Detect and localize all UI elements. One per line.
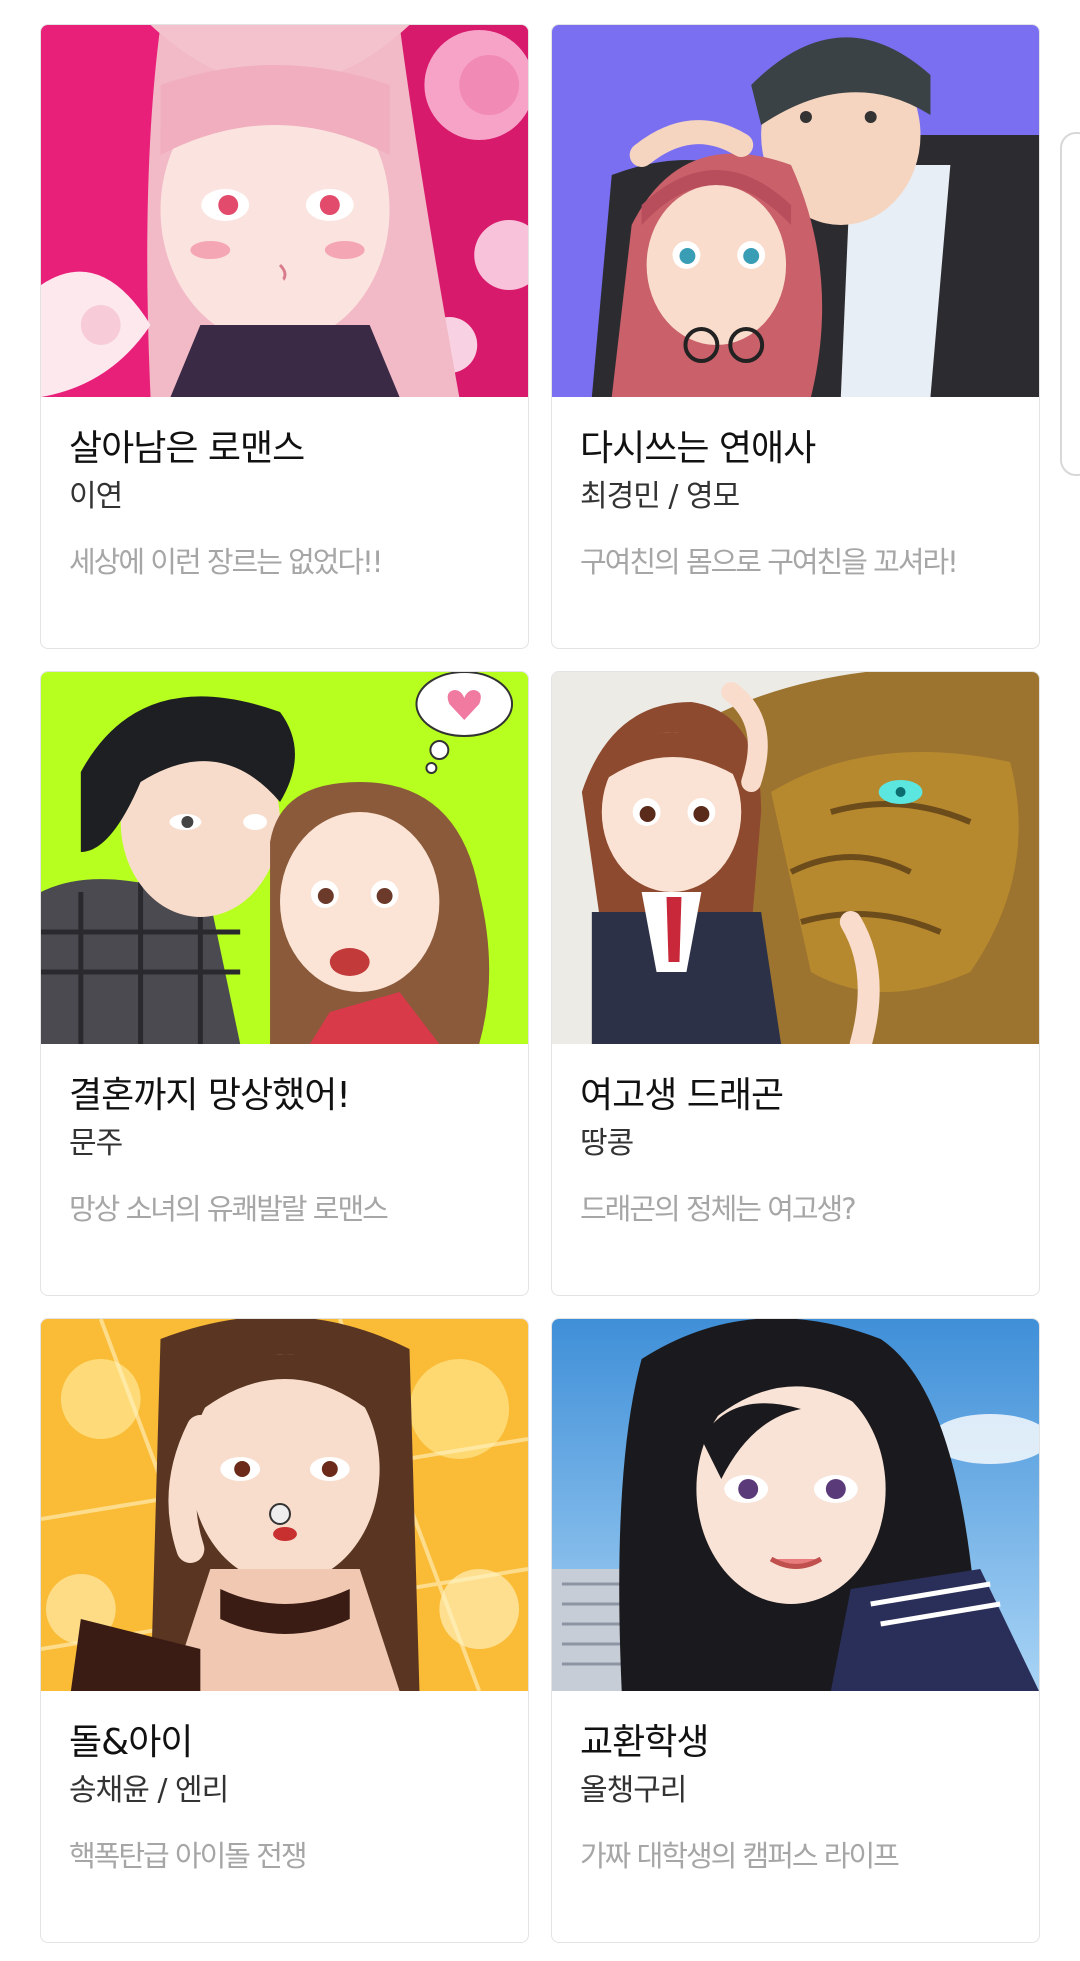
couple-heart-bubble-cover-icon[interactable]	[41, 672, 528, 1044]
card-title: 교환학생	[580, 1722, 709, 1763]
black-haired-student-cover-icon[interactable]	[552, 1319, 1039, 1691]
card-author: 최경민 / 영모	[580, 479, 740, 514]
card-author: 이연	[69, 479, 123, 514]
card-info: 교환학생 올챙구리 가짜 대학생의 캠퍼스 라이프	[552, 1691, 1039, 1875]
card-info: 돌&아이 송채윤 / 엔리 핵폭탄급 아이돌 전쟁	[41, 1691, 528, 1875]
card-description: 가짜 대학생의 캠퍼스 라이프	[580, 1839, 900, 1873]
card-description: 핵폭탄급 아이돌 전쟁	[69, 1839, 308, 1873]
card-description: 구여친의 몸으로 구여친을 꼬셔라!	[580, 545, 959, 579]
card-info: 살아남은 로맨스 이연 세상에 이런 장르는 없었다!!	[41, 397, 528, 581]
card-title: 돌&아이	[69, 1722, 193, 1763]
pink-haired-girl-cover-icon[interactable]	[41, 25, 528, 397]
card-author: 문주	[69, 1126, 123, 1161]
webtoon-card[interactable]: 다시쓰는 연애사 최경민 / 영모 구여친의 몸으로 구여친을 꼬셔라!	[551, 24, 1040, 649]
card-title: 결혼까지 망상했어!	[69, 1075, 351, 1116]
webtoon-card[interactable]: 돌&아이 송채윤 / 엔리 핵폭탄급 아이돌 전쟁	[40, 1318, 529, 1943]
card-info: 여고생 드래곤 땅콩 드래곤의 정체는 여고생?	[552, 1044, 1039, 1228]
idol-with-microphone-cover-icon[interactable]	[41, 1319, 528, 1691]
card-title: 여고생 드래곤	[580, 1075, 784, 1116]
couple-with-glasses-cover-icon[interactable]	[552, 25, 1039, 397]
card-title: 살아남은 로맨스	[69, 428, 305, 469]
card-title: 다시쓰는 연애사	[580, 428, 816, 469]
schoolgirl-and-dragon-cover-icon[interactable]	[552, 672, 1039, 1044]
card-author: 송채윤 / 엔리	[69, 1773, 229, 1808]
card-info: 다시쓰는 연애사 최경민 / 영모 구여친의 몸으로 구여친을 꼬셔라!	[552, 397, 1039, 581]
card-description: 세상에 이런 장르는 없었다!!	[69, 545, 383, 579]
card-description: 망상 소녀의 유쾌발랄 로맨스	[69, 1192, 389, 1226]
card-info: 결혼까지 망상했어! 문주 망상 소녀의 유쾌발랄 로맨스	[41, 1044, 528, 1228]
webtoon-card[interactable]: 살아남은 로맨스 이연 세상에 이런 장르는 없었다!!	[40, 24, 529, 649]
side-panel-handle[interactable]	[1060, 132, 1080, 476]
card-author: 올챙구리	[580, 1773, 687, 1808]
webtoon-card[interactable]: 교환학생 올챙구리 가짜 대학생의 캠퍼스 라이프	[551, 1318, 1040, 1943]
card-author: 땅콩	[580, 1126, 634, 1161]
card-description: 드래곤의 정체는 여고생?	[580, 1192, 857, 1226]
webtoon-grid: 살아남은 로맨스 이연 세상에 이런 장르는 없었다!! 다시쓰는 연애사 최경…	[40, 24, 1040, 1943]
webtoon-card[interactable]: 결혼까지 망상했어! 문주 망상 소녀의 유쾌발랄 로맨스	[40, 671, 529, 1296]
webtoon-card[interactable]: 여고생 드래곤 땅콩 드래곤의 정체는 여고생?	[551, 671, 1040, 1296]
